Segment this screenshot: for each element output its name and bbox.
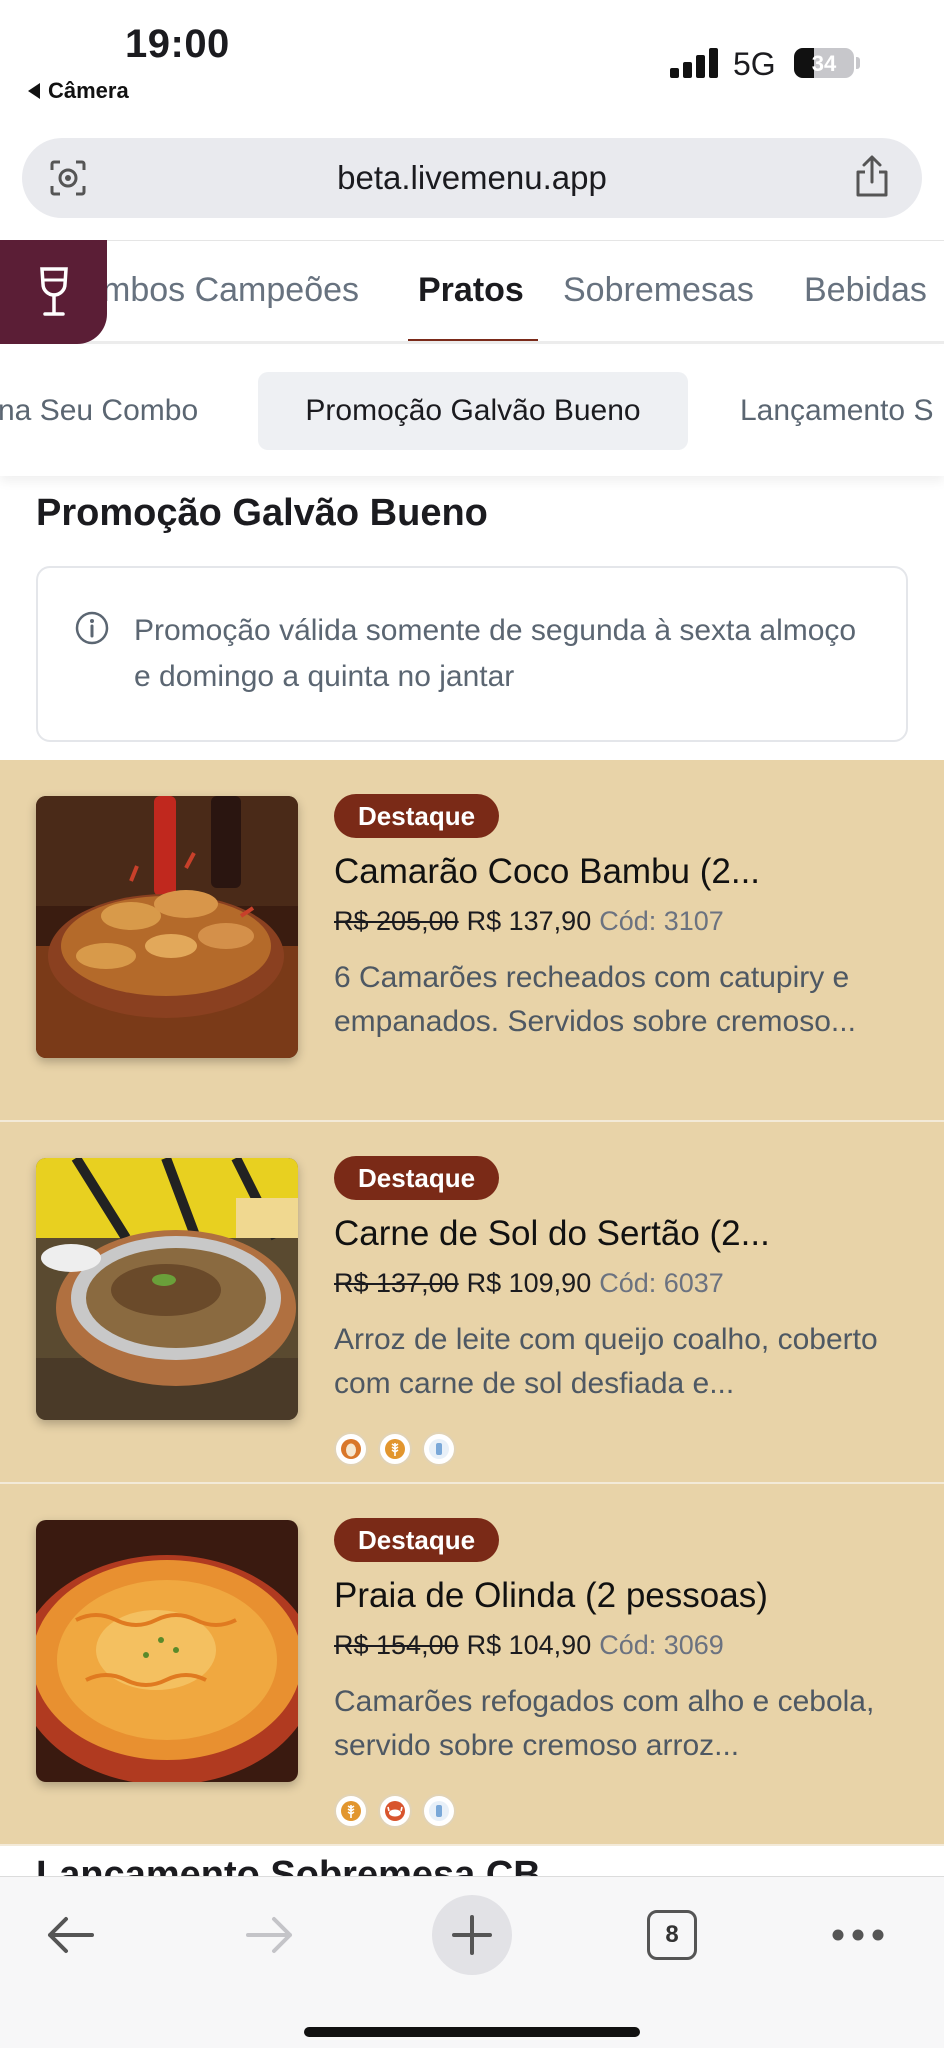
dish-description: Arroz de leite com queijo coalho, cobert… (334, 1323, 878, 1400)
wheat-icon (378, 1432, 412, 1466)
tab-sobremesas[interactable]: Sobremesas (563, 271, 754, 310)
battery-percentage: 34 (811, 51, 837, 76)
allergen-icons (334, 1794, 456, 1828)
price-line: R$ 154,00 R$ 104,90 Cód: 3069 (334, 1630, 724, 1661)
menu-items-list: Destaque Camarão Coco Bambu (2... R$ 205… (0, 760, 944, 1846)
subtab-lancamento[interactable]: Lançamento S (740, 394, 933, 428)
old-price: R$ 154,00 (334, 1630, 459, 1660)
browser-toolbar: 8 (0, 1876, 944, 2048)
home-indicator (304, 2027, 640, 2037)
section-title: Promoção Galvão Bueno (36, 492, 488, 534)
promo-notice: Promoção válida somente de segunda à sex… (36, 566, 908, 742)
dish-code: Cód: 3107 (599, 906, 724, 936)
dish-name: Camarão Coco Bambu (2... (334, 852, 761, 891)
drinks-menu-button[interactable] (0, 240, 107, 344)
dish-name: Carne de Sol do Sertão (2... (334, 1214, 770, 1253)
forward-button[interactable] (230, 1895, 310, 1975)
address-bar[interactable]: beta.livemenu.app (22, 138, 922, 218)
more-dots-icon (832, 1929, 884, 1941)
dish-name: Praia de Olinda (2 pessoas) (334, 1576, 768, 1615)
price-line: R$ 205,00 R$ 137,90 Cód: 3107 (334, 906, 724, 937)
network-type: 5G (733, 46, 776, 82)
arrow-right-icon (246, 1917, 292, 1953)
egg-icon (334, 1432, 368, 1466)
status-time: 19:00 (125, 22, 230, 66)
wine-glass-icon (39, 267, 68, 316)
tab-bebidas[interactable]: Bebidas (804, 271, 927, 310)
arrow-left-icon (48, 1917, 94, 1953)
subtab-promocao-galvao-bueno[interactable]: Promoção Galvão Bueno (258, 372, 688, 450)
subtab-monte-seu-combo[interactable]: na Seu Combo (0, 394, 198, 428)
battery-cap (856, 57, 860, 69)
category-tabs: mbos Campeões Pratos Sobremesas Bebidas (0, 240, 944, 344)
new-price: R$ 109,90 (466, 1268, 592, 1298)
dish-description: 6 Camarões recheados com catupiry e empa… (334, 961, 856, 1038)
notice-text: Promoção válida somente de segunda à sex… (134, 614, 857, 693)
milk-icon (422, 1794, 456, 1828)
cellular-signal-icon (670, 48, 720, 78)
menu-item[interactable]: Destaque Carne de Sol do Sertão (2... R$… (0, 1122, 944, 1484)
page-settings-icon[interactable] (48, 158, 88, 198)
more-button[interactable] (818, 1895, 898, 1975)
crab-icon (378, 1794, 412, 1828)
milk-icon (422, 1432, 456, 1466)
dish-photo (36, 796, 298, 1058)
dish-code: Cód: 3069 (599, 1630, 724, 1660)
tabs-button[interactable]: 8 (632, 1895, 712, 1975)
menu-item[interactable]: Destaque Praia de Olinda (2 pessoas) R$ … (0, 1484, 944, 1846)
dish-code: Cód: 6037 (599, 1268, 724, 1298)
old-price: R$ 205,00 (334, 906, 459, 936)
new-price: R$ 104,90 (466, 1630, 592, 1660)
back-to-app-button[interactable]: Câmera (28, 78, 129, 104)
subcategory-tabs: na Seu Combo Promoção Galvão Bueno Lança… (0, 346, 944, 476)
allergen-icons (334, 1432, 456, 1466)
tab-combos-campeoes[interactable]: mbos Campeões (102, 271, 359, 310)
battery-icon: 34 (794, 48, 854, 78)
price-line: R$ 137,00 R$ 109,90 Cód: 6037 (334, 1268, 724, 1299)
wheat-icon (334, 1794, 368, 1828)
tabs-count: 8 (647, 1910, 697, 1960)
old-price: R$ 137,00 (334, 1268, 459, 1298)
new-tab-button[interactable] (432, 1895, 512, 1975)
tab-pratos[interactable]: Pratos (418, 271, 524, 310)
highlight-badge: Destaque (334, 1156, 500, 1200)
info-icon (75, 611, 109, 645)
back-button[interactable] (30, 1895, 110, 1975)
highlight-badge: Destaque (334, 1518, 500, 1562)
active-tab-underline (408, 339, 538, 341)
new-price: R$ 137,90 (466, 906, 592, 936)
status-bar: 19:00 Câmera 5G 34 (0, 0, 944, 112)
share-icon[interactable] (852, 154, 892, 198)
dish-photo (36, 1520, 298, 1782)
dish-description: Camarões refogados com alho e cebola, se… (334, 1685, 875, 1762)
url-text: beta.livemenu.app (337, 159, 607, 196)
dish-photo (36, 1158, 298, 1420)
back-triangle-icon (28, 83, 40, 99)
highlight-badge: Destaque (334, 794, 500, 838)
menu-item[interactable]: Destaque Camarão Coco Bambu (2... R$ 205… (0, 760, 944, 1122)
plus-icon (452, 1915, 492, 1955)
back-app-label: Câmera (48, 78, 129, 103)
